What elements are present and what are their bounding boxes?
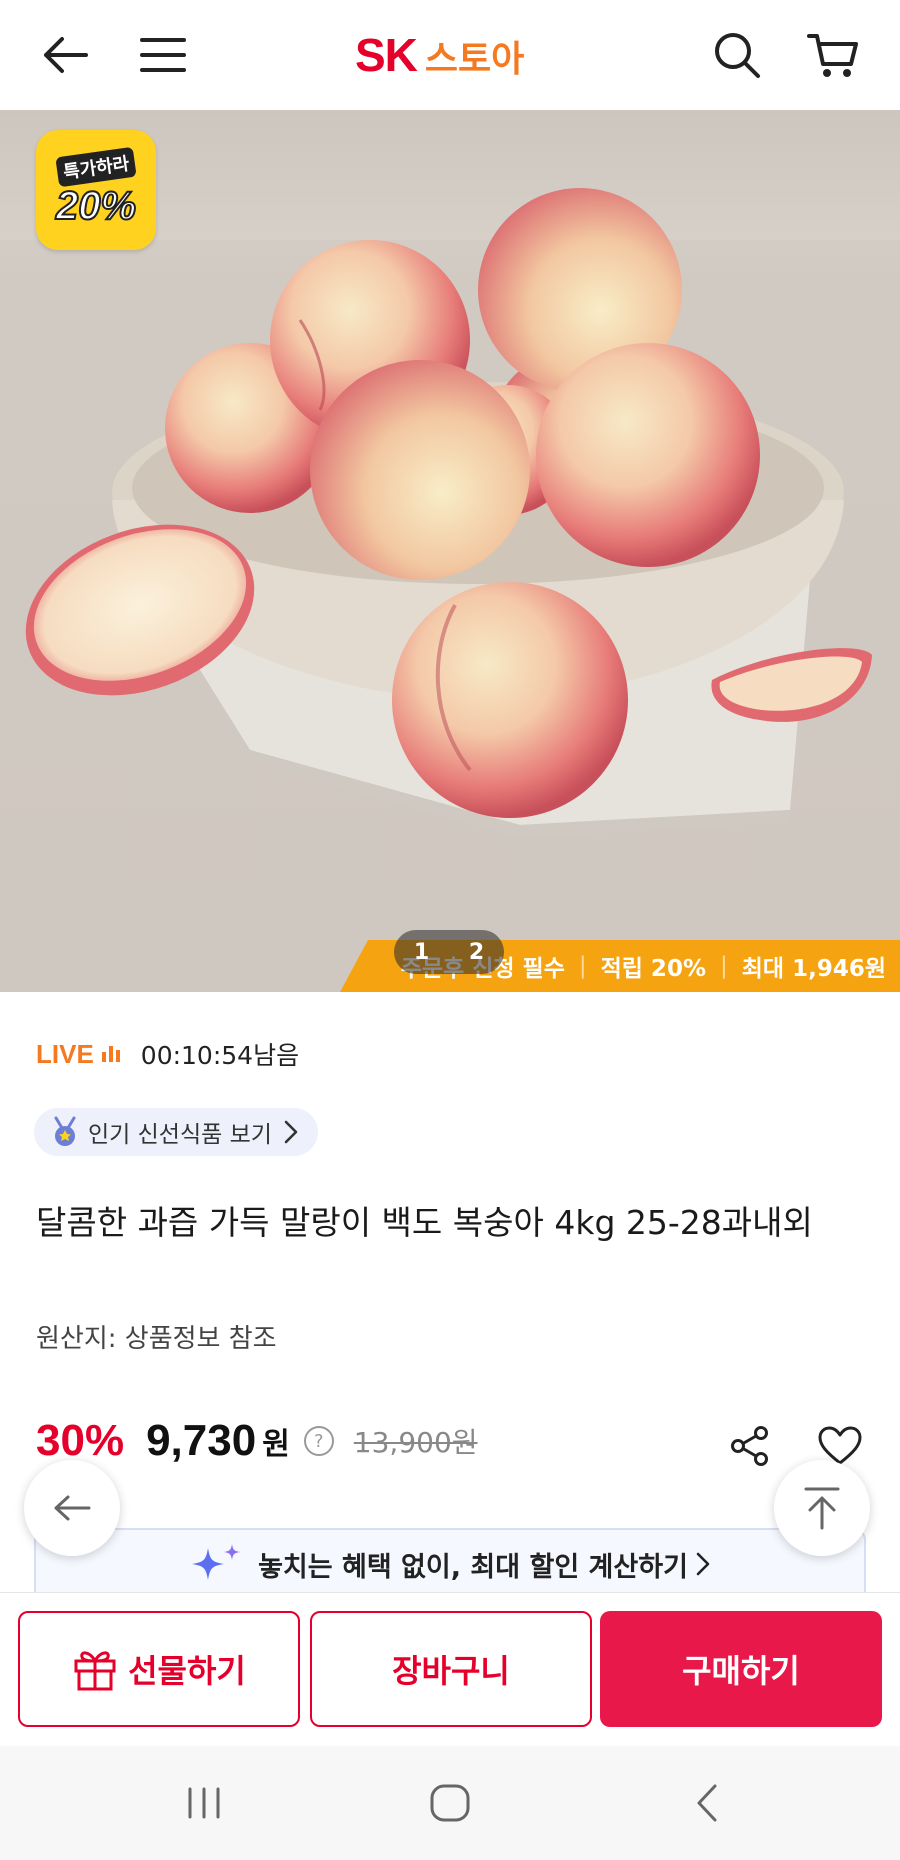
special-price-badge: 특가하라 20% <box>36 130 156 250</box>
hamburger-menu-icon[interactable] <box>128 20 198 90</box>
product-origin: 원산지: 상품정보 참조 <box>36 1324 277 1354</box>
scroll-to-top-button[interactable] <box>774 1460 870 1556</box>
bottom-action-bar: 선물하기 장바구니 구매하기 <box>0 1592 900 1746</box>
system-back-icon[interactable] <box>678 1776 738 1830</box>
gift-button[interactable]: 선물하기 <box>18 1611 300 1727</box>
add-to-cart-button[interactable]: 장바구니 <box>310 1611 592 1727</box>
pager-current: 1 <box>413 939 430 965</box>
left-arrow-icon <box>54 1495 91 1521</box>
promo-item-points: 적립 20% <box>600 956 706 982</box>
gift-icon <box>74 1651 116 1691</box>
system-navigation-bar <box>0 1746 900 1860</box>
sk-store-logo[interactable]: SK 스토아 <box>355 28 524 82</box>
product-image-carousel[interactable]: 특가하라 20% 주문후 신청 필수 | 적립 20% | 최대 1,946원 … <box>0 110 900 992</box>
popular-fresh-food-chip[interactable]: 인기 신선식품 보기 <box>34 1108 318 1156</box>
back-arrow-icon[interactable] <box>30 20 100 90</box>
cart-icon[interactable] <box>798 20 868 90</box>
sale-price: 9,730 <box>146 1416 257 1465</box>
recent-apps-icon[interactable] <box>174 1776 234 1830</box>
carousel-pager: 1 2 <box>394 930 504 974</box>
live-timer: 00:10:54남음 <box>140 1041 300 1070</box>
logo-sk-text: SK <box>355 29 418 81</box>
logo-store-text: 스토아 <box>424 39 525 80</box>
currency-unit: 원 <box>262 1427 290 1462</box>
badge-percent-text: 20% <box>55 183 137 229</box>
cart-label: 장바구니 <box>392 1652 510 1690</box>
buy-now-button[interactable]: 구매하기 <box>600 1611 882 1727</box>
medal-icon <box>54 1116 76 1146</box>
gift-label: 선물하기 <box>128 1652 246 1690</box>
original-price: 13,900원 <box>353 1426 478 1459</box>
chevron-right-icon <box>284 1120 298 1144</box>
live-label: LIVE <box>36 1038 94 1069</box>
sparkle-icon <box>192 1544 241 1580</box>
badge-top-text: 특가하라 <box>55 146 137 187</box>
home-icon[interactable] <box>420 1776 480 1830</box>
search-icon[interactable] <box>702 20 772 90</box>
live-status: LIVE 00:10:54남음 <box>36 1036 299 1072</box>
chevron-right-icon <box>696 1552 710 1576</box>
discount-rate: 30% <box>36 1416 125 1465</box>
pager-total: 2 <box>468 939 485 965</box>
arrow-up-icon <box>804 1487 840 1530</box>
price-row: 30% 9,730 원 ? 13,900원 <box>36 1416 478 1466</box>
floating-back-button[interactable] <box>24 1460 120 1556</box>
price-help-icon[interactable]: ? <box>303 1426 334 1456</box>
promo-divider: | <box>720 953 728 979</box>
benefit-text: 놓치는 혜택 없이, 최대 할인 계산하기 <box>258 1551 688 1583</box>
buy-label: 구매하기 <box>682 1652 800 1690</box>
product-title: 달콤한 과즙 가득 말랑이 백도 복숭아 4kg 25-28과내외 <box>36 1203 813 1242</box>
live-bars-icon <box>101 1046 123 1062</box>
promo-item-max: 최대 1,946원 <box>741 956 886 982</box>
app-header: SK 스토아 <box>0 0 900 110</box>
promo-divider: | <box>578 953 587 979</box>
chip-label: 인기 신선식품 보기 <box>88 1122 272 1148</box>
max-discount-calculator-banner[interactable]: 놓치는 혜택 없이, 최대 할인 계산하기 <box>34 1528 866 1598</box>
share-icon[interactable] <box>722 1418 778 1474</box>
